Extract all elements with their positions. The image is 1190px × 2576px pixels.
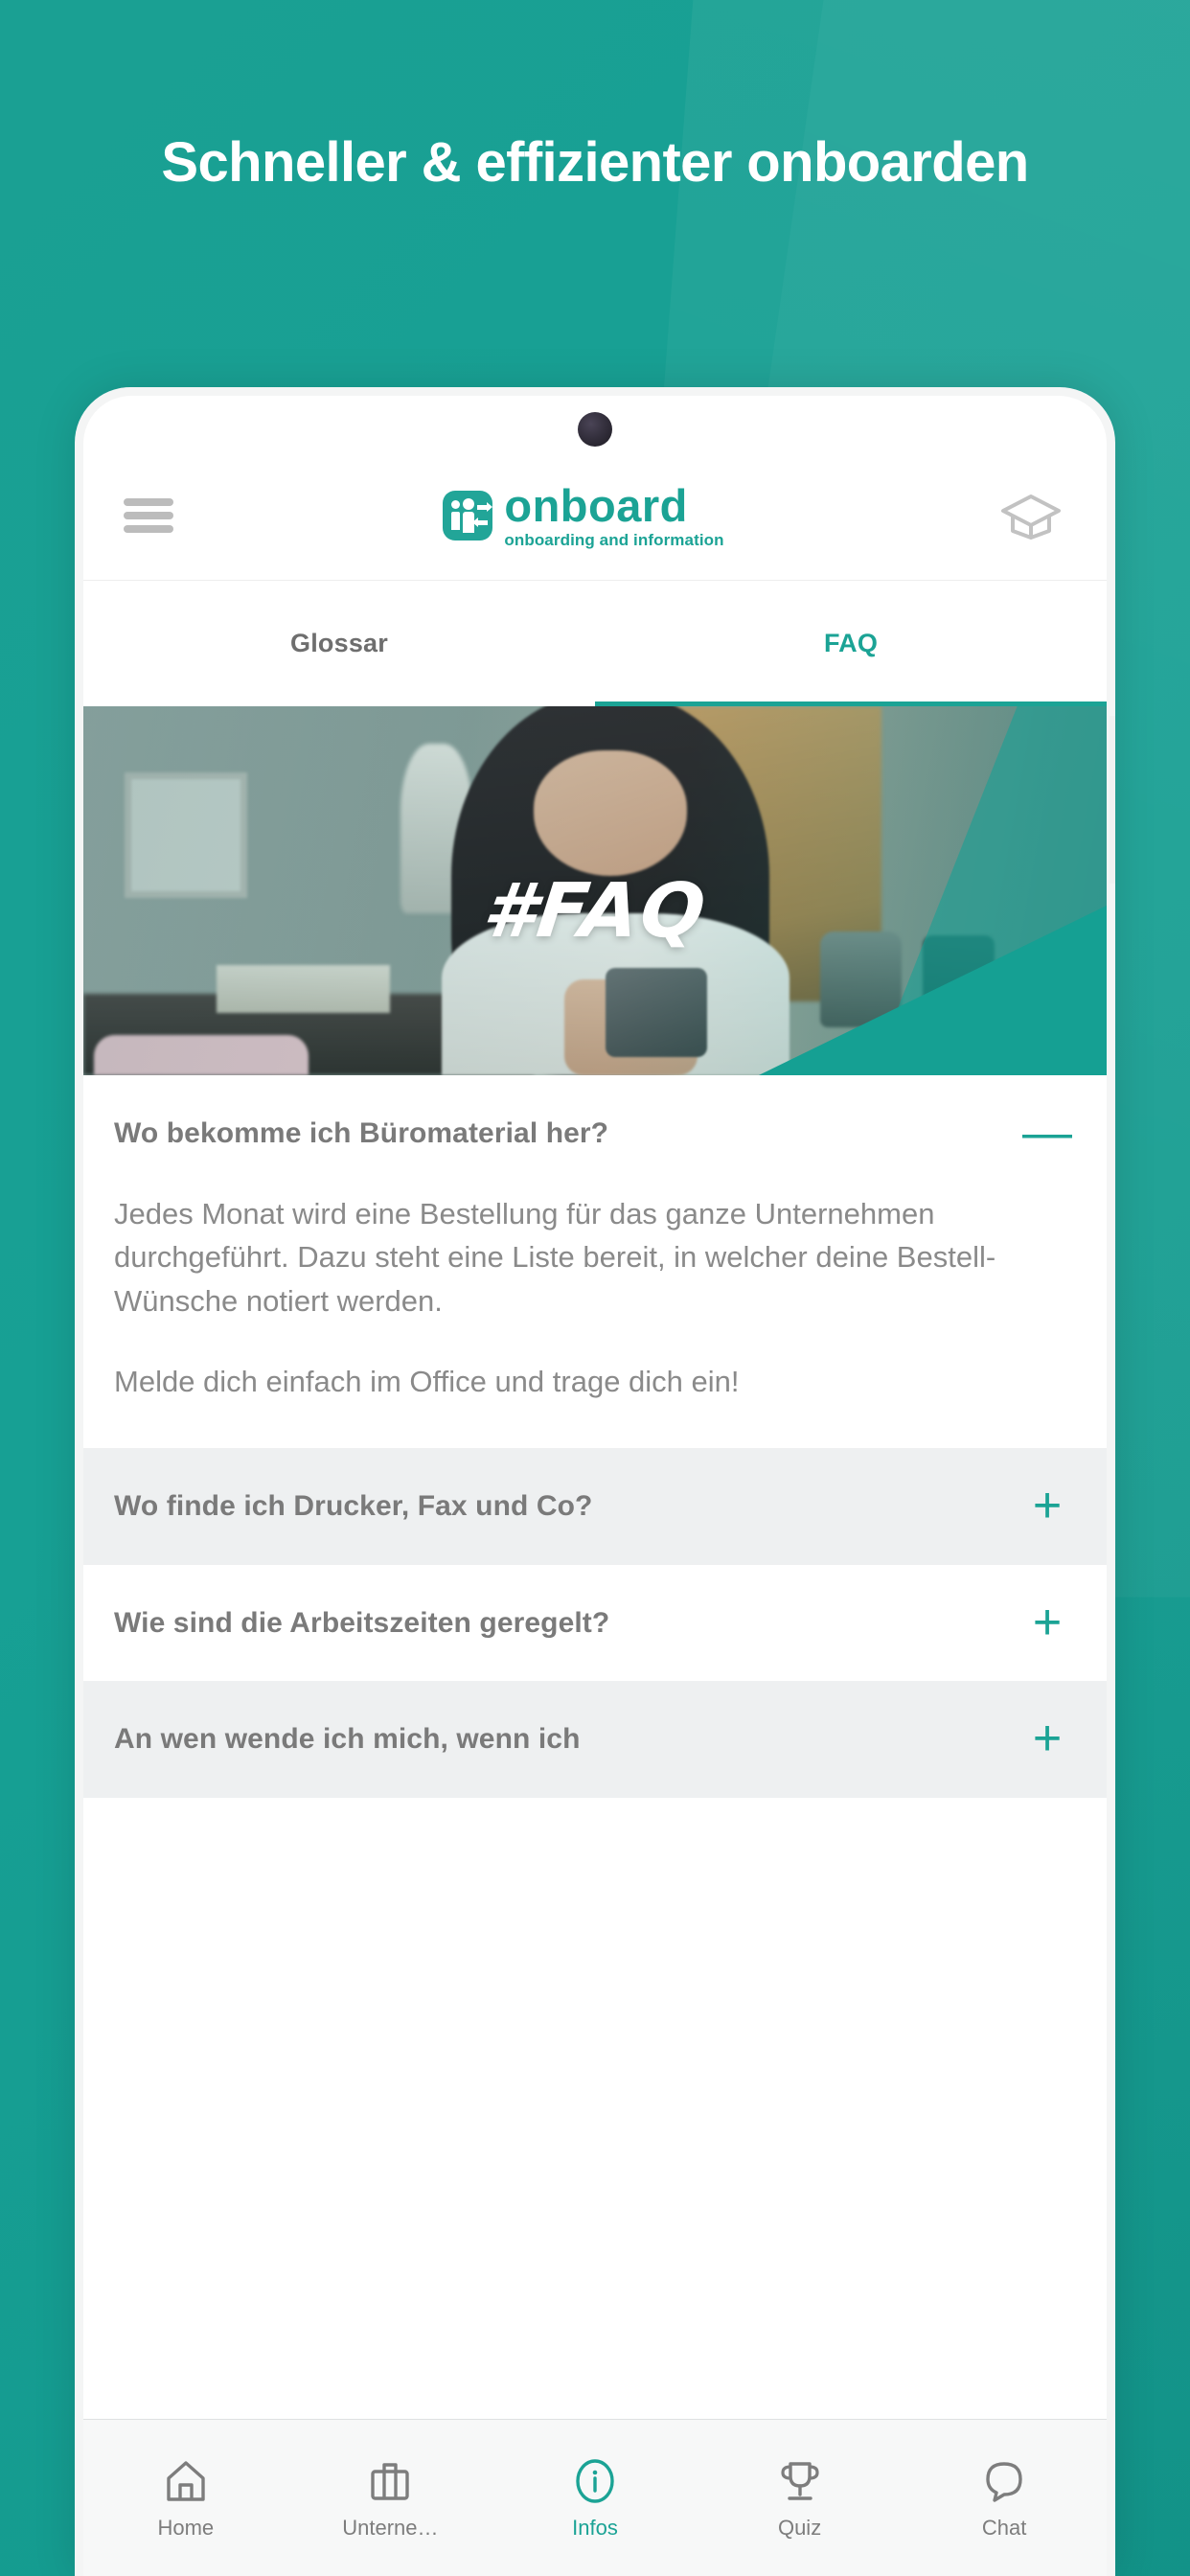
info-circle-icon bbox=[576, 2458, 614, 2503]
hamburger-bar-2 bbox=[124, 512, 173, 519]
app-header: onboard onboarding and information bbox=[83, 451, 1107, 580]
bottom-navigation-bar: Home Unterne… Infos Quiz Chat bbox=[83, 2419, 1107, 2576]
nav-label-infos: Infos bbox=[572, 2515, 618, 2540]
plus-icon[interactable]: + bbox=[1022, 1714, 1072, 1763]
faq-item-2-header[interactable]: Wo finde ich Drucker, Fax und Co? + bbox=[83, 1448, 1107, 1565]
faq-item-3-question: Wie sind die Arbeitszeiten geregelt? bbox=[114, 1606, 610, 1639]
onboard-logo-mark-icon bbox=[443, 491, 493, 540]
faq-item-2-question: Wo finde ich Drucker, Fax und Co? bbox=[114, 1490, 593, 1522]
logo-person-head-small bbox=[451, 500, 461, 509]
logo-tagline: onboarding and information bbox=[504, 531, 724, 549]
chat-bubble-icon bbox=[986, 2461, 1022, 2502]
logo-name: onboard bbox=[504, 480, 688, 531]
plus-icon[interactable]: + bbox=[1022, 1597, 1072, 1646]
nav-item-home[interactable]: Home bbox=[83, 2456, 288, 2541]
faq-item-3: Wie sind die Arbeitszeiten geregelt? + bbox=[83, 1564, 1107, 1682]
app-logo[interactable]: onboard onboarding and information bbox=[443, 483, 724, 548]
logo-person-head-large bbox=[463, 498, 475, 510]
nav-label-home: Home bbox=[157, 2515, 215, 2540]
nav-label-unternehmen: Unterne… bbox=[342, 2515, 439, 2540]
logo-arrow-right-icon bbox=[477, 502, 493, 512]
faq-item-1-question: Wo bekomme ich Büromaterial her? bbox=[114, 1117, 609, 1149]
faq-item-4-header[interactable]: An wen wende ich mich, wenn ich + bbox=[83, 1681, 1107, 1798]
faq-item-2: Wo finde ich Drucker, Fax und Co? + bbox=[83, 1448, 1107, 1565]
trophy-icon bbox=[780, 2461, 819, 2500]
plus-icon[interactable]: + bbox=[1022, 1481, 1072, 1530]
faq-item-1-answer-paragraph-1: Jedes Monat wird eine Bestellung für das… bbox=[114, 1196, 996, 1319]
faq-hero-banner: #FAQ bbox=[83, 706, 1107, 1075]
faq-item-1: Wo bekomme ich Büromaterial her? — Jedes… bbox=[83, 1075, 1107, 1448]
faq-item-3-header[interactable]: Wie sind die Arbeitszeiten geregelt? + bbox=[83, 1565, 1107, 1682]
hamburger-menu-icon[interactable] bbox=[124, 498, 173, 533]
graduation-cap-icon[interactable] bbox=[999, 492, 1063, 540]
tab-glossar[interactable]: Glossar bbox=[83, 581, 595, 706]
faq-item-1-answer-paragraph-2: Melde dich einfach im Office und trage d… bbox=[114, 1365, 740, 1399]
hamburger-bar-3 bbox=[124, 525, 173, 533]
faq-item-1-answer: Jedes Monat wird eine Bestellung für das… bbox=[83, 1192, 1107, 1449]
promo-headline: Schneller & effizienter onboarden bbox=[161, 131, 1029, 194]
hero-overlay-text: #FAQ bbox=[478, 868, 712, 955]
phone-side-button bbox=[1110, 716, 1115, 884]
minus-icon[interactable]: — bbox=[1022, 1108, 1072, 1158]
logo-arrow-left-icon bbox=[472, 518, 489, 527]
tab-bar: Glossar FAQ bbox=[83, 580, 1107, 706]
nav-item-chat[interactable]: Chat bbox=[902, 2456, 1107, 2541]
briefcase-icon bbox=[371, 2462, 410, 2500]
tab-faq[interactable]: FAQ bbox=[595, 581, 1107, 706]
home-icon bbox=[167, 2460, 205, 2501]
front-camera bbox=[578, 412, 612, 447]
logo-person-body-small bbox=[451, 512, 461, 530]
hamburger-bar-1 bbox=[124, 498, 173, 506]
phone-mockup: onboard onboarding and information Gloss… bbox=[75, 387, 1115, 2576]
phone-screen: onboard onboarding and information Gloss… bbox=[83, 396, 1107, 2576]
faq-accordion: Wo bekomme ich Büromaterial her? — Jedes… bbox=[83, 1075, 1107, 1798]
faq-item-4-question: An wen wende ich mich, wenn ich bbox=[114, 1723, 581, 1755]
nav-item-unternehmen[interactable]: Unterne… bbox=[288, 2456, 493, 2541]
logo-text-block: onboard onboarding and information bbox=[504, 483, 723, 548]
nav-label-quiz: Quiz bbox=[777, 2515, 822, 2540]
nav-item-quiz[interactable]: Quiz bbox=[698, 2456, 903, 2541]
nav-item-infos[interactable]: Infos bbox=[492, 2456, 698, 2541]
faq-item-4: An wen wende ich mich, wenn ich + bbox=[83, 1681, 1107, 1798]
faq-item-1-header[interactable]: Wo bekomme ich Büromaterial her? — bbox=[83, 1075, 1107, 1192]
nav-label-chat: Chat bbox=[981, 2515, 1027, 2540]
